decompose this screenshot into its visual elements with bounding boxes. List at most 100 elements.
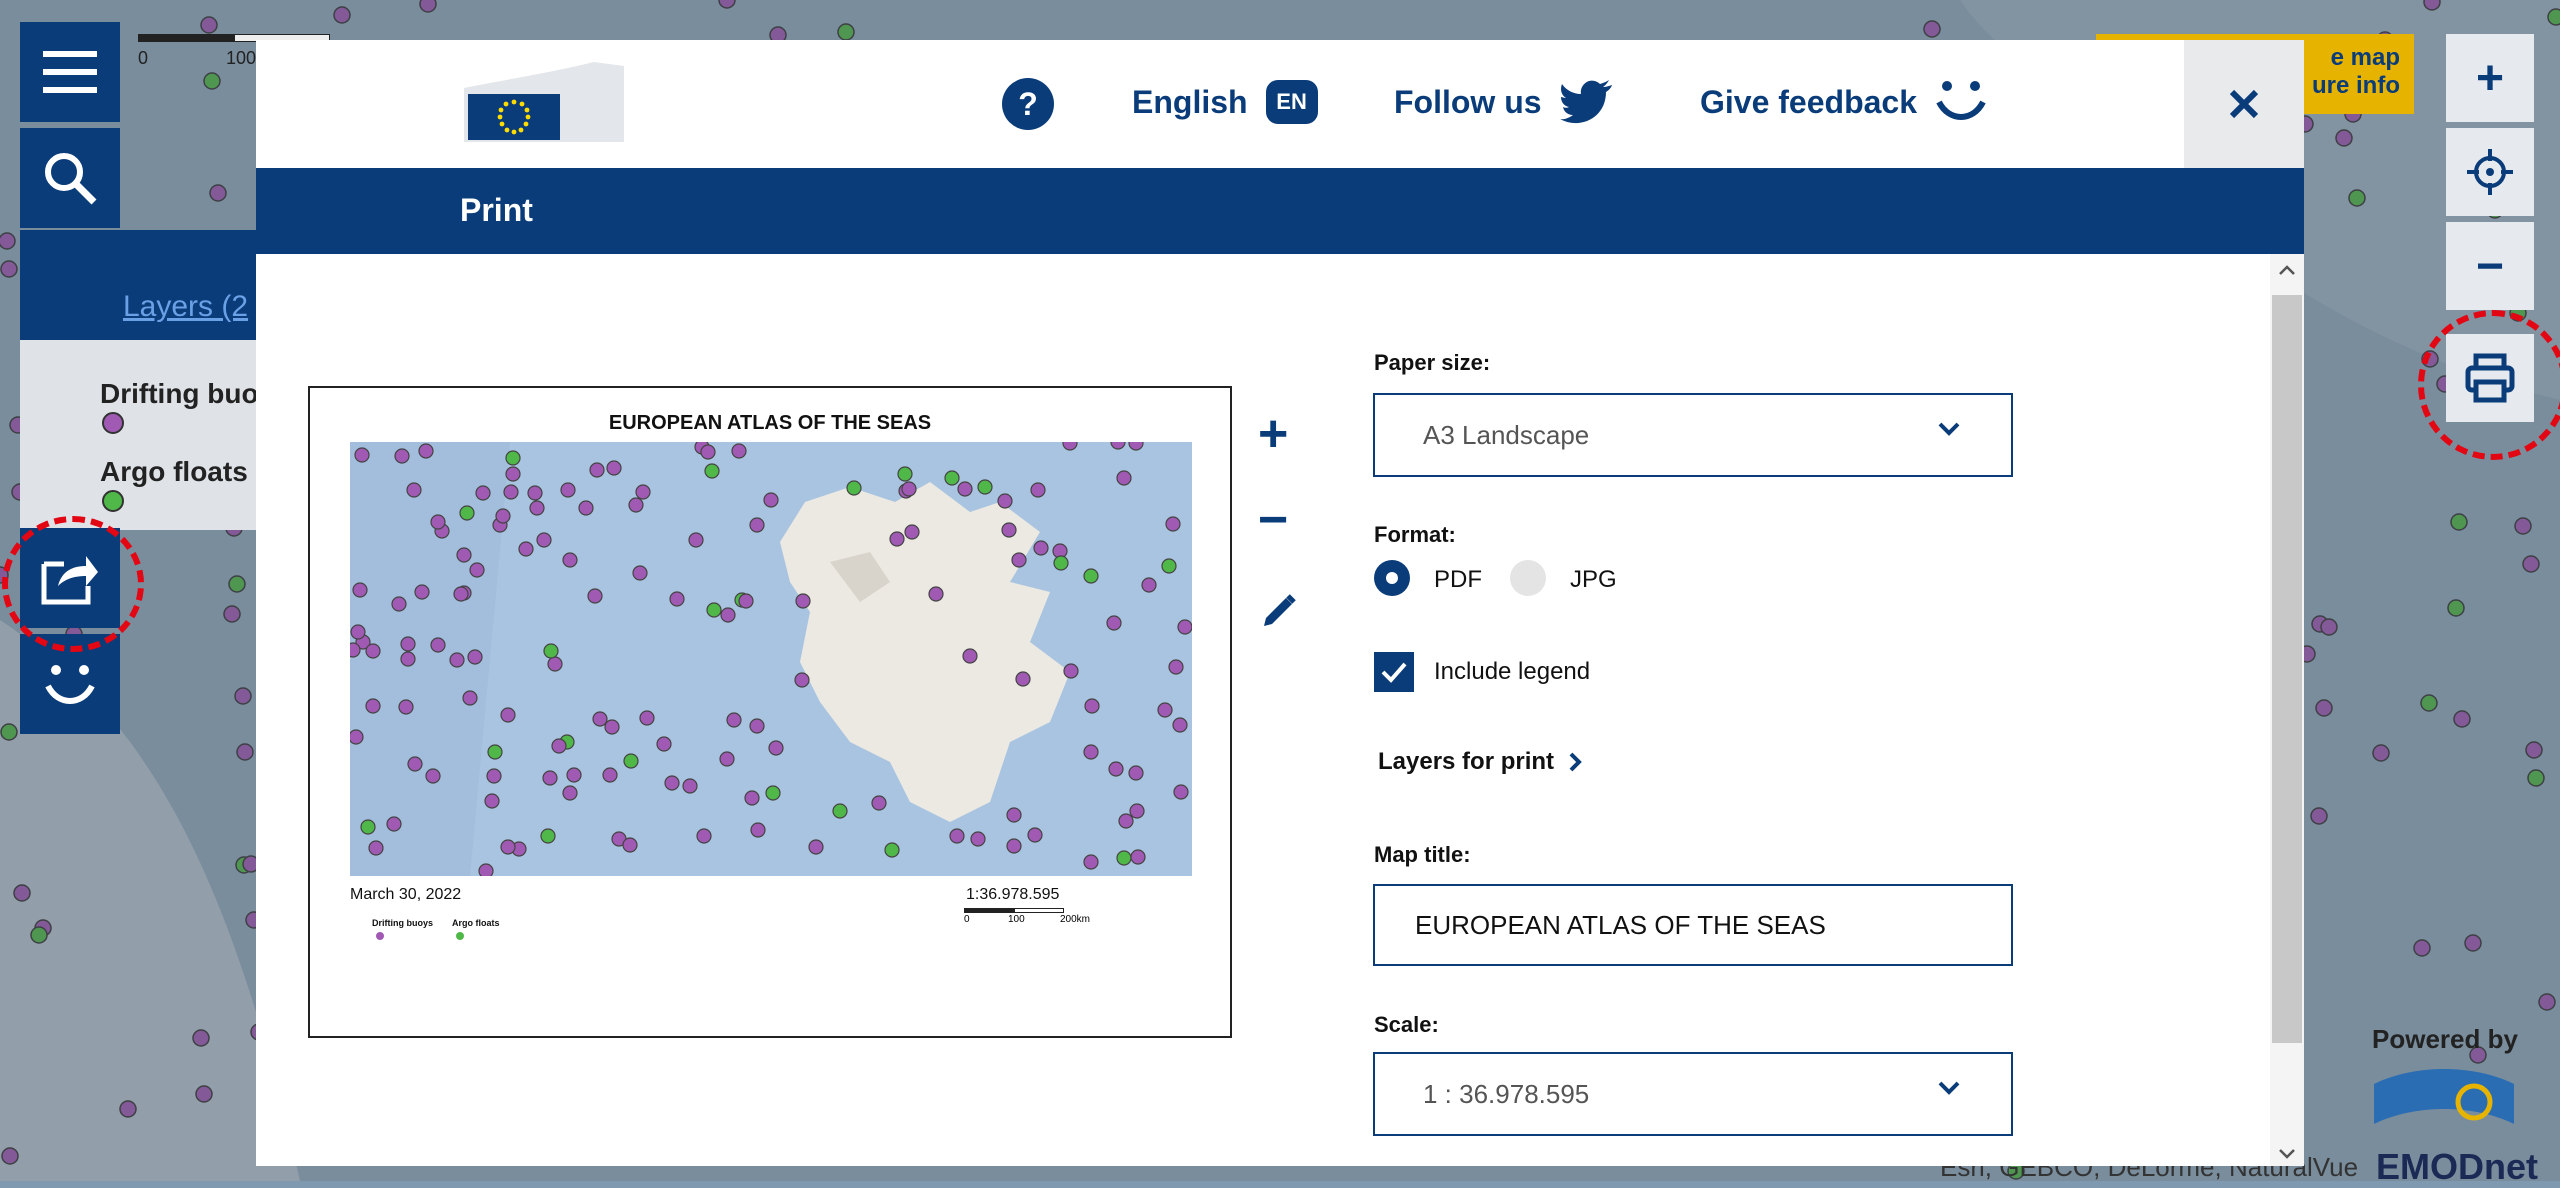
powered-by-label: Powered by: [2372, 1024, 2518, 1054]
preview-map-point: [656, 736, 672, 752]
preview-map-point: [365, 698, 381, 714]
layers-for-print-link[interactable]: Layers for print: [1378, 748, 1582, 776]
preview-map-point: [386, 816, 402, 832]
preview-map-point: [688, 532, 704, 548]
preview-edit-button[interactable]: [1260, 592, 1298, 635]
preview-map-point: [1116, 850, 1132, 866]
preview-map-point: [560, 482, 576, 498]
scale-label: Scale:: [1374, 1012, 1439, 1037]
chevron-down-icon: [1938, 1081, 1960, 1095]
format-pdf-radio[interactable]: [1374, 560, 1410, 596]
preview-map-point: [486, 768, 502, 784]
follow-us-link[interactable]: Follow us: [1394, 80, 1612, 124]
help-button[interactable]: ?: [1002, 78, 1054, 130]
preview-map: [350, 442, 1192, 876]
scale-select[interactable]: 1 : 36.978.595: [1373, 1052, 2013, 1136]
preview-map-point: [1128, 765, 1144, 781]
preview-scalebar-0: 0: [964, 914, 970, 925]
preview-map-point: [587, 588, 603, 604]
preview-map-point: [977, 479, 993, 495]
scalebar-label-100: 100: [226, 48, 257, 68]
preview-scalebar-100: 100: [1008, 914, 1025, 925]
preview-map-point: [795, 593, 811, 609]
preview-map-point: [414, 584, 430, 600]
preview-map-point: [623, 753, 639, 769]
give-feedback-link[interactable]: Give feedback: [1700, 80, 1987, 124]
preview-map-point: [536, 532, 552, 548]
scroll-up-icon[interactable]: [2278, 264, 2296, 276]
eu-commission-logo: [464, 62, 624, 142]
scale-value: 1 : 36.978.595: [1423, 1078, 1590, 1109]
preview-map-point: [719, 751, 735, 767]
preview-map-point: [547, 656, 563, 672]
search-button[interactable]: [20, 128, 120, 228]
preview-map-point: [503, 484, 519, 500]
language-badge-icon: EN: [1265, 80, 1318, 124]
preview-map-point: [962, 648, 978, 664]
chevron-down-icon: [1938, 422, 1960, 436]
format-jpg-radio[interactable]: [1510, 560, 1546, 596]
include-legend-checkbox[interactable]: [1374, 652, 1414, 692]
scroll-thumb[interactable]: [2272, 295, 2302, 1043]
minus-icon: −: [1258, 491, 1289, 549]
minus-icon: −: [2475, 239, 2505, 293]
preview-map-point: [430, 637, 446, 653]
preview-map-point: [418, 443, 434, 459]
language-label: English: [1132, 83, 1248, 120]
preview-map-point: [726, 712, 742, 728]
paper-size-select[interactable]: A3 Landscape: [1373, 393, 2013, 477]
language-selector[interactable]: English EN: [1132, 80, 1318, 124]
locate-icon: [2467, 149, 2513, 195]
preview-map-point: [720, 607, 736, 623]
close-button[interactable]: [2184, 40, 2304, 168]
preview-map-point: [1053, 555, 1069, 571]
preview-legend-argo: Argo floats: [452, 918, 500, 928]
preview-map-point: [1116, 470, 1132, 486]
preview-date: March 30, 2022: [350, 886, 462, 903]
map-title-input[interactable]: [1373, 884, 2013, 966]
locate-button[interactable]: [2446, 128, 2534, 216]
preview-map-point: [957, 481, 973, 497]
preview-map-point: [398, 699, 414, 715]
emodnet-logo[interactable]: [2374, 1064, 2514, 1144]
layers-tab-link[interactable]: Layers (2: [123, 290, 248, 324]
preview-legend-drifting: Drifting buoys: [372, 918, 433, 928]
preview-map-point: [970, 831, 986, 847]
preview-map-point: [808, 839, 824, 855]
preview-map-point: [871, 795, 887, 811]
preview-map-point: [1130, 849, 1146, 865]
preview-map-point: [449, 652, 465, 668]
layers-for-print-label: Layers for print: [1378, 748, 1555, 775]
scroll-down-icon[interactable]: [2278, 1148, 2296, 1160]
preview-map-point: [738, 593, 754, 609]
preview-map-point: [527, 485, 543, 501]
zoom-in-button[interactable]: +: [2446, 34, 2534, 122]
menu-button[interactable]: [20, 22, 120, 122]
preview-map-point: [846, 480, 862, 496]
preview-map-point: [407, 756, 423, 772]
preview-map-point: [518, 541, 534, 557]
preview-map-point: [1173, 784, 1189, 800]
preview-map-point: [592, 711, 608, 727]
preview-map-point: [462, 690, 478, 706]
plus-icon: +: [2475, 51, 2505, 105]
preview-map-point: [1128, 442, 1144, 451]
zoom-out-button[interactable]: −: [2446, 222, 2534, 310]
preview-map-point: [1063, 663, 1079, 679]
preview-scale: 1:36.978.595: [966, 886, 1060, 903]
preview-map-point: [622, 837, 638, 853]
preview-legend-dot-drifting: [376, 932, 384, 940]
preview-map-point: [1083, 568, 1099, 584]
preview-map-point: [350, 729, 364, 745]
format-jpg-label: JPG: [1570, 566, 1617, 593]
emodnet-text: EMODnet: [2376, 1146, 2538, 1187]
preview-map-point: [904, 524, 920, 540]
preview-map-point: [365, 643, 381, 659]
preview-map-point: [682, 778, 698, 794]
preview-zoom-out-button[interactable]: −: [1258, 494, 1288, 546]
preview-map-point: [700, 444, 716, 460]
preview-zoom-in-button[interactable]: +: [1258, 408, 1288, 460]
preview-map-point: [484, 793, 500, 809]
include-legend-label: Include legend: [1434, 658, 1591, 685]
preview-map-point: [944, 470, 960, 486]
